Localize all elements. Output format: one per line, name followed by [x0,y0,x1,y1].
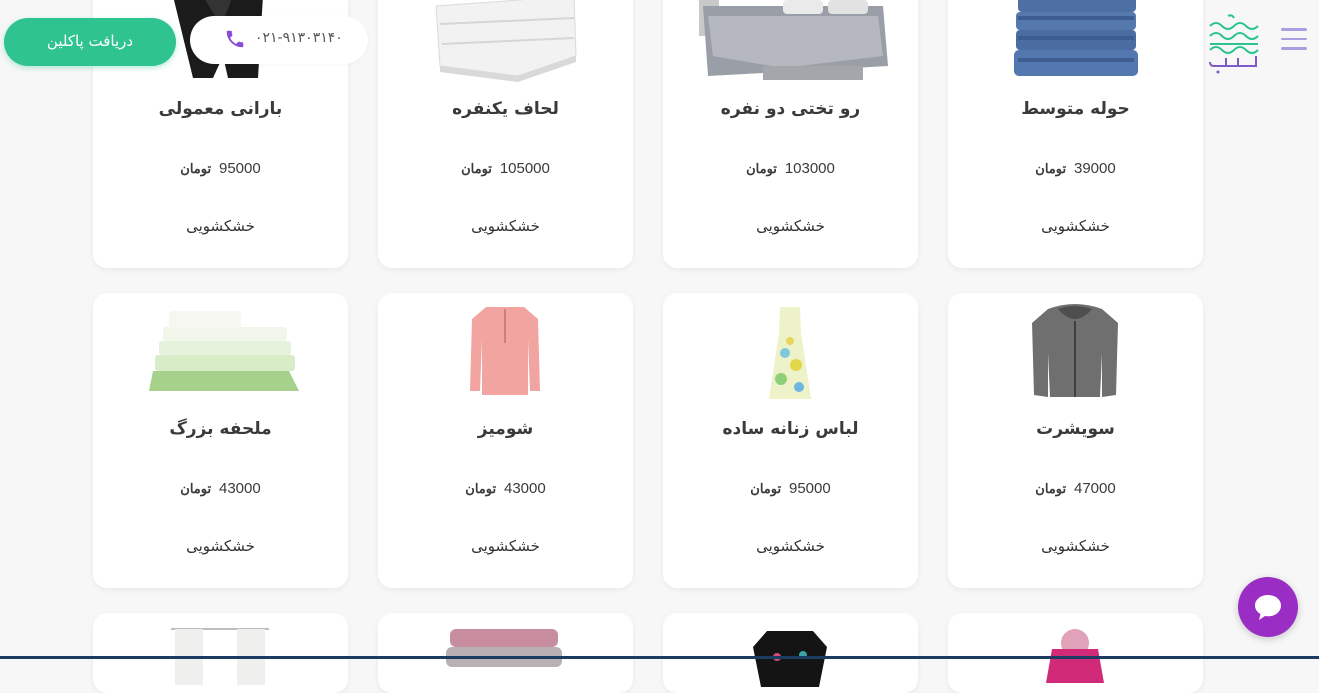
product-card[interactable]: ملحفه بزرگ 43000 تومان خشکشویی [93,293,348,588]
product-card[interactable] [93,613,348,693]
hoodie-image [948,303,1203,403]
product-title: لباس زنانه ساده [722,419,859,439]
chat-icon [1255,595,1281,620]
blanket-image [378,625,633,685]
product-title: ملحفه بزرگ [169,419,272,439]
chat-button[interactable] [1238,577,1298,637]
product-title: بارانی معمولی [158,99,283,119]
product-price: 105000 تومان [461,160,550,177]
product-price: 103000 تومان [746,160,835,177]
product-card[interactable]: لباس زنانه ساده 95000 تومان خشکشویی [663,293,918,588]
paklin-logo[interactable] [1206,14,1262,76]
product-title: سویشرت [1036,419,1115,439]
get-paklin-button[interactable]: دریافت پاکلین [4,18,176,66]
product-price: 47000 تومان [1035,480,1116,497]
product-price: 95000 تومان [180,160,261,177]
product-card[interactable]: حوله متوسط 39000 تومان خشکشویی [948,0,1203,268]
kids-jacket-image [948,623,1203,683]
phone-number[interactable]: ۰۲۱-۹۱۳۰۳۱۴۰ [255,30,343,46]
product-title: لحاف یکنفره [452,99,559,119]
product-card[interactable]: رو تختی دو نفره 103000 تومان خشکشویی [663,0,918,268]
service-label: خشکشویی [1041,537,1110,555]
service-label: خشکشویی [186,537,255,555]
curtain-image [93,625,348,685]
product-grid: حوله متوسط 39000 تومان خشکشویی رو تختی د… [0,0,1319,693]
blouse-image [378,303,633,403]
product-price: 43000 تومان [465,480,546,497]
service-label: خشکشویی [186,217,255,235]
product-card[interactable] [948,613,1203,693]
product-price: 43000 تومان [180,480,261,497]
service-label: خشکشویی [1041,217,1110,235]
towel-stack-image [948,0,1203,86]
service-label: خشکشویی [471,537,540,555]
bedspread-image [663,0,918,86]
service-label: خشکشویی [756,537,825,555]
product-card[interactable] [378,613,633,693]
product-card[interactable]: لحاف یکنفره 105000 تومان خشکشویی [378,0,633,268]
dress-image [663,303,918,403]
quilt-image [378,0,633,86]
sheets-image [93,307,348,397]
phone-icon [226,30,244,48]
product-card[interactable]: شومیز 43000 تومان خشکشویی [378,293,633,588]
product-card[interactable] [663,613,918,693]
product-title: حوله متوسط [1021,99,1130,119]
service-label: خشکشویی [471,217,540,235]
product-price: 95000 تومان [750,480,831,497]
product-title: رو تختی دو نفره [720,99,861,119]
service-label: خشکشویی [756,217,825,235]
product-price: 39000 تومان [1035,160,1116,177]
menu-icon[interactable] [1281,28,1307,50]
product-title: شومیز [477,419,534,439]
product-card[interactable]: سویشرت 47000 تومان خشکشویی [948,293,1203,588]
